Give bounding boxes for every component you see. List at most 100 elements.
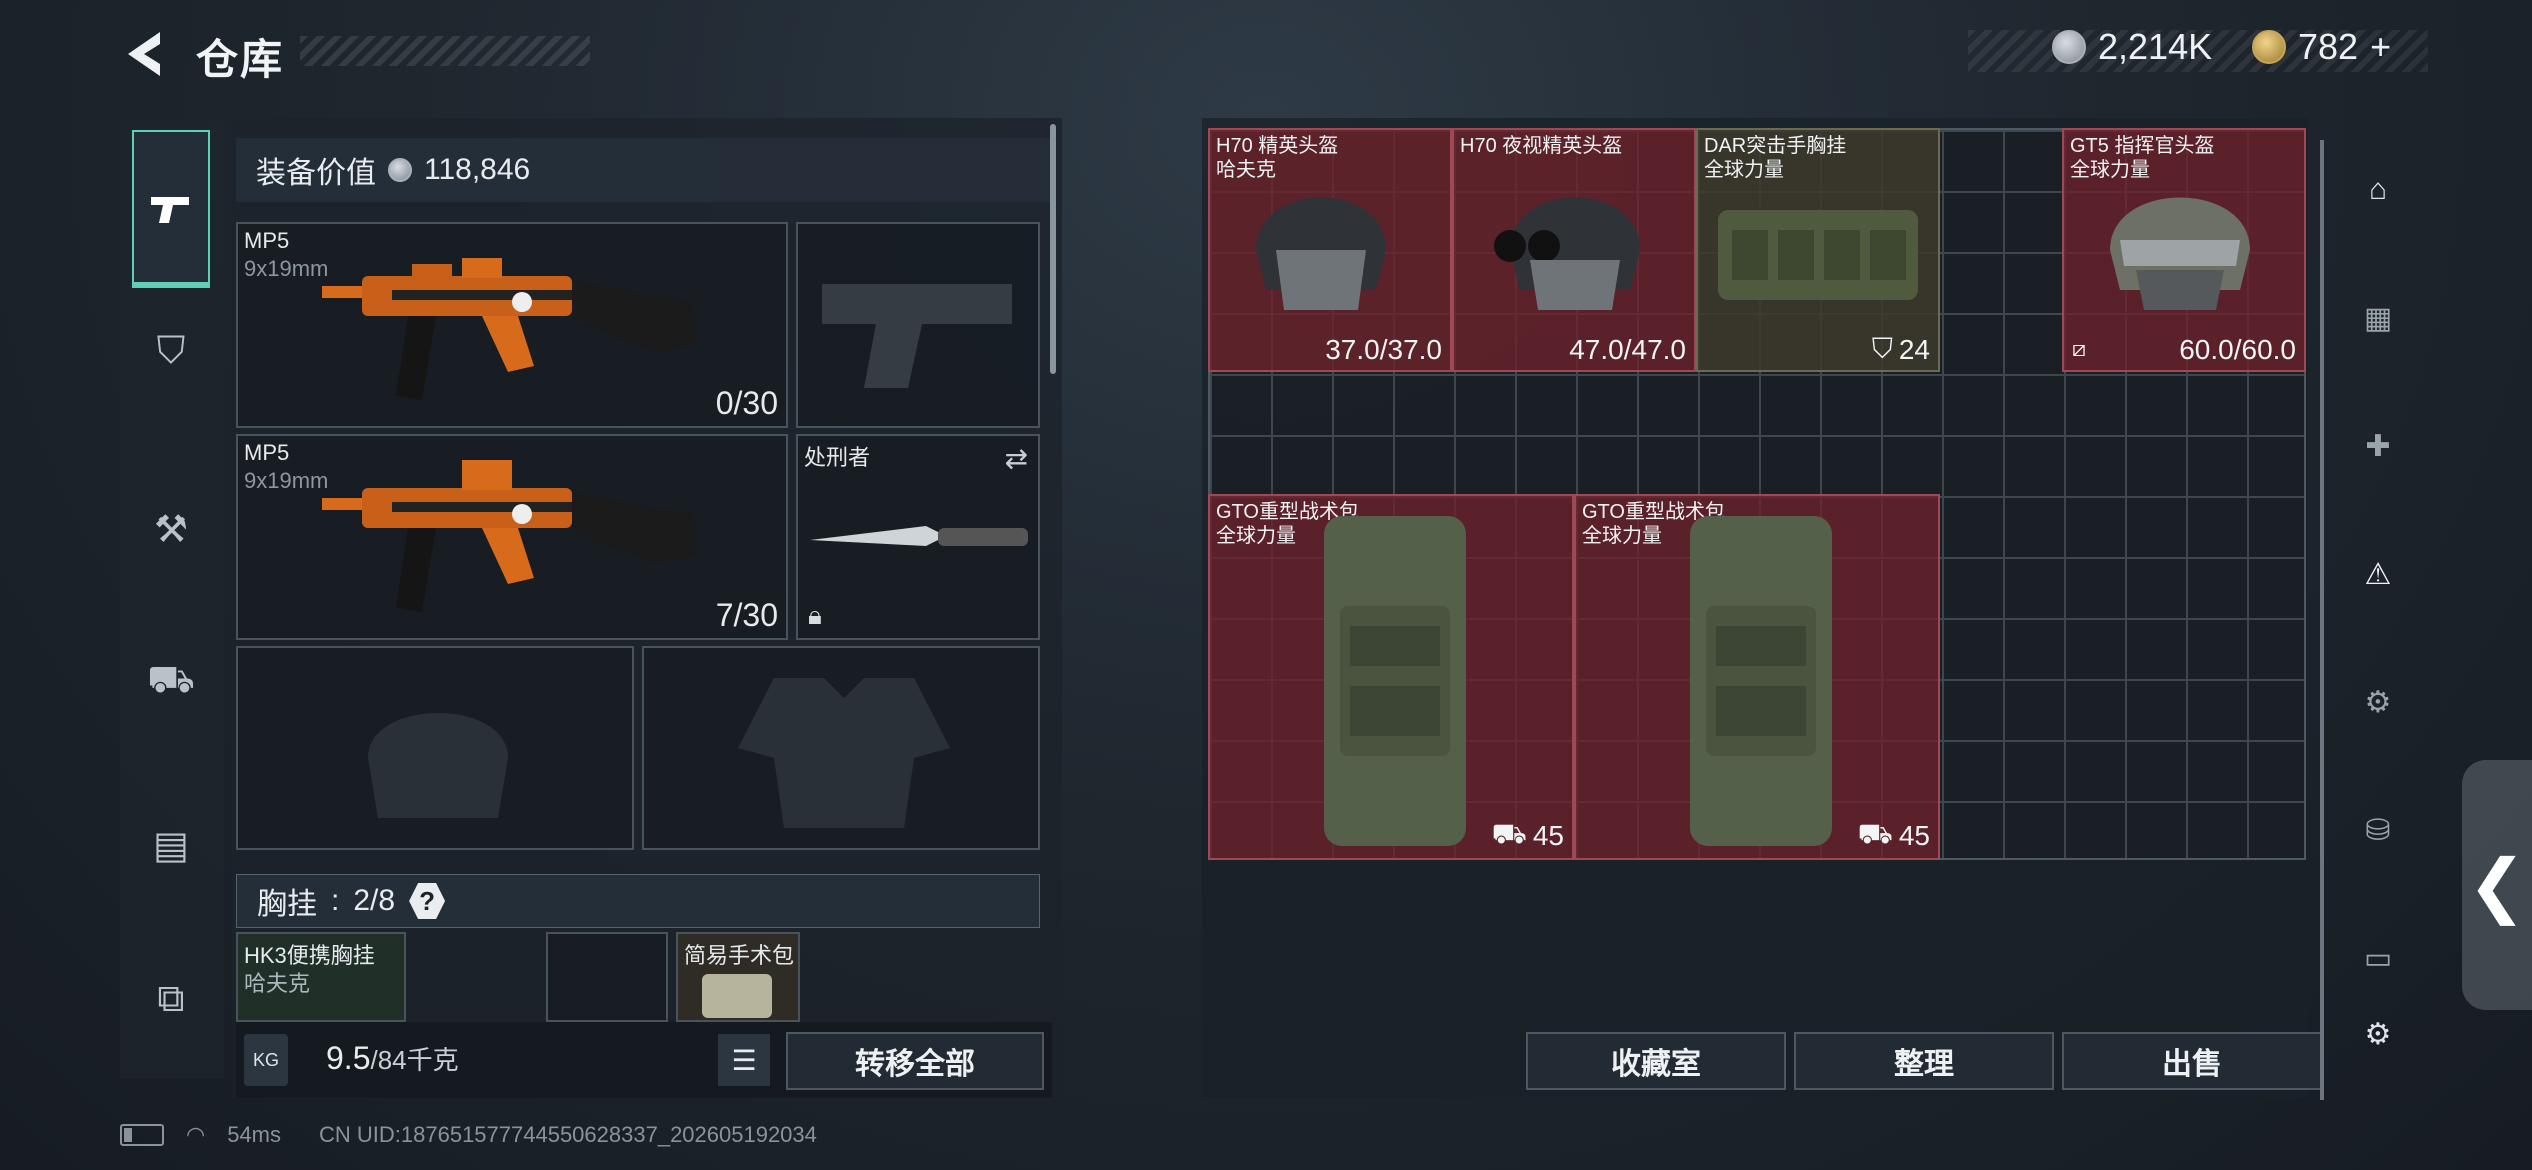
weapon-name: MP5 — [244, 228, 290, 253]
help-button[interactable]: ? — [409, 883, 446, 919]
stash-item-dar-rig[interactable]: DAR突击手胸挂 全球力量 ⛉ 24 — [1696, 128, 1940, 372]
gold-currency[interactable]: 782 + — [2252, 26, 2391, 68]
carry-weight: 9.5/84千克 — [326, 1040, 459, 1077]
secondary-weapon-slot[interactable]: MP5 9x19mm 7/30 — [236, 434, 788, 640]
primary-weapon-slot[interactable]: MP5 9x19mm 0/30 — [236, 222, 788, 428]
vault-icon: ⌂ — [2368, 173, 2388, 206]
capacity: ⛟ 45 — [1492, 818, 1564, 854]
container-icon: ▦ — [2363, 301, 2393, 335]
ammo-type: 9x19mm — [244, 468, 329, 493]
ping: 54ms — [227, 1122, 281, 1147]
slots-icon: ⛉ — [1871, 333, 1893, 364]
pouch-icon: ▤ — [153, 824, 189, 867]
case-icon: ⧉ — [157, 977, 185, 1020]
melee-slot[interactable]: 处刑者 ⇄ 🔒︎ — [796, 434, 1040, 640]
rail-pouch-tab[interactable]: ▤ — [134, 808, 208, 882]
rail-chest-rig-tab[interactable]: ⚒ — [134, 492, 208, 566]
capacity: ⛉ 24 — [1872, 333, 1930, 366]
chevron-left-icon: ❮ — [2467, 846, 2527, 924]
stash-item-gto-backpack[interactable]: GTO重型战术包 全球力量 ⛟ 45 — [1574, 494, 1940, 860]
helmet-icon — [2110, 197, 2250, 310]
stash-tab-5[interactable]: ⛁ — [2346, 798, 2410, 862]
chest-rig-capacity: 胸挂: 2/8 ? — [236, 874, 1040, 928]
vest-count: 2/8 — [353, 884, 396, 917]
vest-icon: ⛉ — [156, 329, 186, 372]
armor-slot-empty[interactable] — [642, 646, 1040, 850]
stash-item-h70-helmet[interactable]: H70 精英头盔 哈夫克 37.0/37.0 — [1208, 128, 1452, 372]
vest-item-surgery-kit[interactable]: 简易手术包 — [676, 932, 800, 1022]
vest-item-hk3[interactable]: HK3便携胸挂 哈夫克 — [236, 932, 406, 1022]
durability: 47.0/47.0 — [1569, 334, 1686, 365]
sell-button[interactable]: 出售 — [2062, 1032, 2322, 1090]
sort-button[interactable]: 整理 — [1794, 1032, 2054, 1090]
durability: 60.0/60.0 — [2179, 334, 2296, 365]
stash-tab-6[interactable]: ▭ — [2346, 926, 2410, 990]
user-uid: CN UID:18765157774455062833​7_2026051920… — [319, 1122, 817, 1147]
stash-item-gt5-helmet[interactable]: GT5 指挥官头盔 全球力量 ⧄ 60.0/60.0 — [2062, 128, 2306, 372]
helmet-slot-empty[interactable] — [236, 646, 634, 850]
swap-icon[interactable]: ⇄ — [1005, 442, 1028, 475]
loadout-scrollbar[interactable] — [1050, 124, 1056, 374]
surgery-kit-icon — [702, 974, 772, 1018]
item-name: 简易手术包 — [684, 943, 795, 968]
collection-room-button[interactable]: 收藏室 — [1526, 1032, 1786, 1090]
rail-backpack-tab[interactable]: ⛟ — [134, 646, 208, 720]
chest-rig-icon — [1718, 210, 1918, 300]
loadout-category-rail: ⛉ ⚒ ⛟ ▤ ⧉ — [120, 118, 224, 1078]
pistol-icon — [151, 197, 189, 223]
page-title: 仓库 — [196, 36, 285, 83]
pistol-slot-empty[interactable] — [796, 222, 1040, 428]
ammo-case-icon: ⛁ — [2365, 813, 2391, 847]
item-brand: 哈夫克 — [244, 971, 311, 996]
silver-coin-icon — [2052, 30, 2086, 64]
stash-tab-4[interactable]: ⚙ — [2346, 670, 2410, 734]
ammo-count: 7/30 — [715, 597, 778, 633]
medical-case-icon: ✚ — [2365, 429, 2391, 463]
crate-icon: ▭ — [2363, 941, 2393, 975]
wifi-icon: ◠ — [186, 1122, 206, 1147]
helmet-icon — [1494, 197, 1640, 310]
colon: : — [331, 884, 340, 917]
settings-button[interactable]: ⚙ — [2346, 1002, 2410, 1066]
backpack-small-icon: ⛟ — [1491, 818, 1527, 849]
expand-drawer-button[interactable]: ❮ — [2462, 760, 2532, 1010]
list-view-button[interactable]: ☰ — [718, 1034, 770, 1086]
gear-case-icon: ⚙ — [2364, 685, 2392, 719]
stash-tab-medical[interactable]: ✚ — [2346, 414, 2410, 478]
rail-armor-tab[interactable]: ⛉ — [134, 314, 208, 388]
add-gold-button[interactable]: + — [2370, 26, 2391, 68]
status-bar: ◠ 54ms CN UID:18765157774455062833​7_202… — [120, 1122, 817, 1148]
backpack-icon — [1324, 516, 1466, 846]
capacity-value: 24 — [1898, 333, 1930, 365]
weight-value: 9.5 — [326, 1040, 371, 1076]
stash-tab-1[interactable]: ▦ — [2346, 286, 2410, 350]
item-name: DAR突击手胸挂 全球力量 — [1704, 135, 1847, 181]
rail-weapons-tab[interactable] — [132, 130, 210, 288]
rig-icon: ⚒ — [153, 508, 189, 551]
warning-case-icon: ⚠ — [2364, 557, 2392, 591]
silver-currency: 2,214K — [2052, 26, 2212, 68]
gold-coin-icon — [2252, 30, 2286, 64]
gold-amount: 782 — [2298, 26, 2359, 67]
stash-tab-active[interactable]: ⚠ — [2346, 542, 2410, 606]
weight-icon: KG — [244, 1034, 288, 1086]
weapon-name: MP5 — [244, 440, 290, 465]
stash-tab-all[interactable]: ⌂ — [2346, 158, 2410, 222]
rail-case-tab[interactable]: ⧉ — [134, 962, 208, 1036]
gear-icon: ⚙ — [2364, 1017, 2392, 1051]
vest-slot-empty[interactable] — [546, 932, 668, 1022]
melee-name: 处刑者 — [804, 445, 871, 470]
durability: 37.0/37.0 — [1325, 334, 1442, 365]
ammo-type: 9x19mm — [244, 256, 329, 281]
vest-label: 胸挂 — [257, 888, 317, 921]
value-amount: 118,846 — [424, 153, 531, 186]
back-arrow-icon[interactable] — [120, 28, 168, 80]
stash-tabs-rail: ⌂ ▦ ✚ ⚠ ⚙ ⛁ ▭ ⚙ — [2320, 140, 2420, 1100]
stash-item-gto-backpack[interactable]: GTO重型战术包 全球力量 ⛟ 45 — [1208, 494, 1574, 860]
ammo-count: 0/30 — [715, 385, 778, 421]
backpack-small-icon: ⛟ — [1857, 818, 1893, 849]
backpack-icon: ⛟ — [147, 659, 195, 701]
equipment-value: 装备价值 118,846 — [236, 138, 1050, 202]
stash-item-h70-nv-helmet[interactable]: H70 夜视精英头盔 47.0/47.0 — [1452, 128, 1696, 372]
transfer-all-button[interactable]: 转移全部 — [786, 1032, 1044, 1090]
